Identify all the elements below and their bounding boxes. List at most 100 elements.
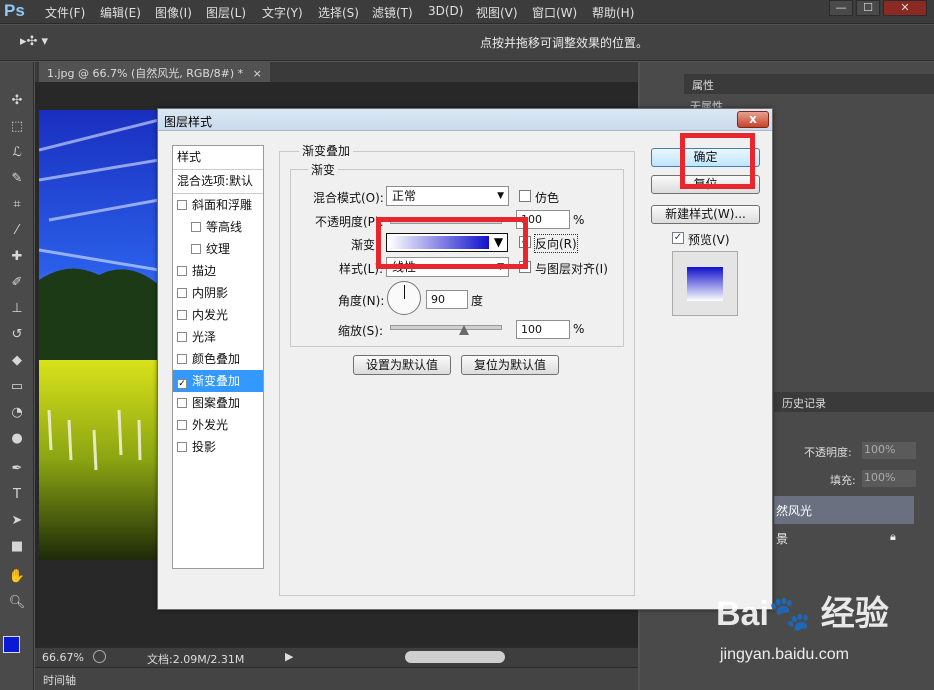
horizontal-scrollbar-thumb[interactable] [405,651,505,663]
style-item[interactable]: 等高线 [173,216,263,238]
style-item[interactable]: 描边 [173,260,263,282]
style-item[interactable]: 纹理 [173,238,263,260]
style-item-checkbox[interactable] [177,420,187,430]
subsection-title: 渐变 [308,161,339,178]
menu-image[interactable]: 图像(I) [155,4,192,21]
style-item[interactable]: 斜面和浮雕 [173,194,263,216]
menu-file[interactable]: 文件(F) [45,4,85,21]
style-item[interactable]: 颜色叠加 [173,348,263,370]
style-item[interactable]: 投影 [173,436,263,458]
scale-slider-track[interactable] [390,325,502,330]
style-item[interactable]: 内发光 [173,304,263,326]
menu-bar: Ps 文件(F) 编辑(E) 图像(I) 图层(L) 文字(Y) 选择(S) 滤… [0,0,934,24]
move-tool-icon[interactable]: ✣ [7,92,27,110]
style-item[interactable]: 外发光 [173,414,263,436]
crop-tool-icon[interactable]: ⌗ [7,196,27,214]
style-item-checkbox[interactable]: ✓ [177,379,187,389]
menu-filter[interactable]: 滤镜(T) [372,4,413,21]
style-item-label: 等高线 [206,220,243,234]
blur-tool-icon[interactable]: ◔ [7,404,27,422]
brush-tool-icon[interactable]: ✐ [7,274,27,292]
watermark-url: jingyan.baidu.com [720,646,849,663]
angle-input[interactable]: 90 [426,290,468,309]
timeline-panel: 时间轴 [35,667,638,690]
menu-3d[interactable]: 3D(D) [428,4,463,18]
styles-header[interactable]: 样式 [173,146,263,170]
style-item-checkbox[interactable] [191,222,201,232]
style-item-checkbox[interactable] [177,310,187,320]
maximize-button[interactable]: ☐ [856,0,880,16]
menu-type[interactable]: 文字(Y) [262,4,303,21]
status-menu-arrow-icon[interactable]: ▶ [285,650,293,663]
layer-opacity-field[interactable]: 100% [862,442,916,459]
lasso-tool-icon[interactable]: ℒ [7,144,27,162]
shape-tool-icon[interactable]: ■ [7,538,27,556]
path-select-tool-icon[interactable]: ➤ [7,512,27,530]
style-item[interactable]: 内阴影 [173,282,263,304]
close-window-button[interactable]: ✕ [883,0,927,16]
eyedropper-tool-icon[interactable]: ⁄ [7,222,27,240]
new-style-button[interactable]: 新建样式(W)... [651,205,760,224]
style-item-checkbox[interactable] [177,266,187,276]
history-tab[interactable]: 历史记录 [782,397,826,410]
marquee-tool-icon[interactable]: ⬚ [7,118,27,136]
menu-help[interactable]: 帮助(H) [592,4,634,21]
blend-mode-select[interactable]: 正常 ▼ [386,186,509,206]
style-item[interactable]: 光泽 [173,326,263,348]
angle-dial[interactable] [387,281,421,315]
zoom-level[interactable]: 66.67% [42,651,84,664]
type-tool-icon[interactable]: T [7,486,27,504]
menu-edit[interactable]: 编辑(E) [100,4,141,21]
minimize-button[interactable]: — [829,0,853,16]
gradient-tool-icon[interactable]: ▭ [7,378,27,396]
menu-select[interactable]: 选择(S) [318,4,359,21]
style-item-checkbox[interactable] [177,442,187,452]
quick-select-tool-icon[interactable]: ✎ [7,170,27,188]
clone-stamp-tool-icon[interactable]: ⊥ [7,300,27,318]
properties-tab[interactable]: 属性 [692,79,714,92]
style-item-checkbox[interactable] [177,200,187,210]
close-tab-icon[interactable]: × [253,67,262,80]
pen-tool-icon[interactable]: ✒ [7,460,27,478]
move-tool-icon[interactable]: ▸✣ ▾ [20,34,48,49]
style-item-checkbox[interactable] [177,398,187,408]
foreground-color-swatch[interactable] [3,636,20,653]
eraser-tool-icon[interactable]: ◆ [7,352,27,370]
menu-window[interactable]: 窗口(W) [532,4,577,21]
menu-view[interactable]: 视图(V) [476,4,518,21]
make-default-button[interactable]: 设置为默认值 [353,355,451,375]
preview-checkbox[interactable]: ✓ [672,232,684,244]
style-item[interactable]: ✓ 渐变叠加 [173,370,263,392]
healing-brush-tool-icon[interactable]: ✚ [7,248,27,266]
scale-input[interactable]: 100 [516,320,570,339]
layer-row-active[interactable]: 然风光 [774,496,914,524]
style-item-checkbox[interactable] [191,244,201,254]
document-tab[interactable]: 1.jpg @ 66.7% (自然风光, RGB/8#) * × [39,62,270,82]
style-item-checkbox[interactable] [177,288,187,298]
background-layer-name: 景 [776,532,789,546]
hand-tool-icon[interactable]: ✋ [7,568,27,586]
dialog-close-button[interactable]: x [737,111,769,128]
style-item-checkbox[interactable] [177,354,187,364]
style-item[interactable]: 图案叠加 [173,392,263,414]
reset-to-default-button[interactable]: 复位为默认值 [461,355,559,375]
status-info-icon[interactable] [93,650,106,663]
dodge-tool-icon[interactable]: ● [7,430,27,448]
layer-opacity-label: 不透明度: [804,446,852,459]
style-item-label: 光泽 [192,330,217,344]
menu-layer[interactable]: 图层(L) [206,4,246,21]
layer-row-background[interactable]: 景 🔒︎ [774,524,914,552]
history-brush-tool-icon[interactable]: ↺ [7,326,27,344]
style-item-checkbox[interactable] [177,332,187,342]
layer-fill-field[interactable]: 100% [862,470,916,487]
zoom-tool-icon[interactable]: 🔍︎ [7,594,27,612]
opacity-percent: % [573,213,585,227]
document-tab-label: 1.jpg @ 66.7% (自然风光, RGB/8#) * [47,67,244,80]
style-item-label: 颜色叠加 [192,352,241,366]
timeline-tab[interactable]: 时间轴 [43,672,76,688]
document-size: 文档:2.09M/2.31M [147,653,245,666]
angle-degree-label: 度 [471,294,484,308]
blending-options-item[interactable]: 混合选项:默认 [173,170,263,194]
scale-slider-thumb[interactable] [459,325,470,335]
dither-checkbox[interactable] [519,190,531,202]
